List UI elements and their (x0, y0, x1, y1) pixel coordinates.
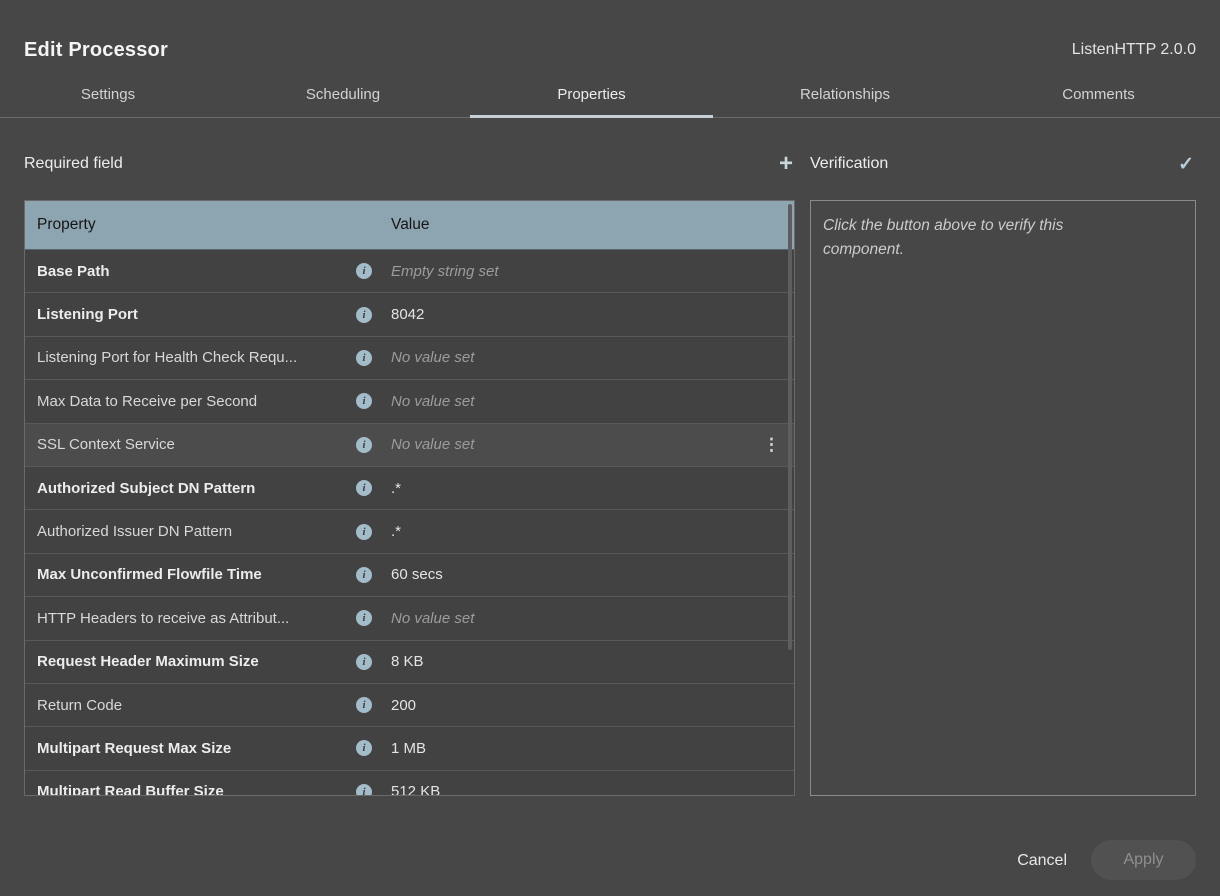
table-row[interactable]: Max Unconfirmed Flowfile Time i 60 secs (25, 554, 794, 597)
property-value: .* (391, 480, 782, 497)
property-value: Empty string set (391, 263, 782, 280)
info-icon[interactable]: i (356, 567, 372, 583)
table-row[interactable]: Request Header Maximum Size i 8 KB (25, 641, 794, 684)
processor-type-version: ListenHTTP 2.0.0 (1072, 41, 1196, 59)
tab-relationships[interactable]: Relationships (713, 72, 977, 117)
tab-bar: Settings Scheduling Properties Relations… (0, 72, 1220, 118)
apply-button[interactable]: Apply (1091, 840, 1196, 880)
dialog-body: Required field + Property Value Base Pat… (0, 118, 1220, 796)
dialog-footer: Cancel Apply (0, 796, 1220, 896)
info-icon[interactable]: i (356, 263, 372, 279)
column-header-property: Property (37, 216, 372, 234)
property-value: No value set (391, 349, 782, 366)
property-value: No value set (391, 393, 782, 410)
property-name: Request Header Maximum Size (37, 653, 353, 670)
table-rows: Base Path i Empty string set Listening P… (25, 250, 794, 796)
table-row[interactable]: Authorized Subject DN Pattern i .* (25, 467, 794, 510)
table-row[interactable]: SSL Context Service i No value set ⋮ (25, 424, 794, 467)
column-header-value: Value (391, 216, 430, 234)
property-value: 200 (391, 697, 782, 714)
property-value: No value set (391, 436, 761, 453)
table-scrollbar[interactable] (788, 204, 792, 650)
table-row[interactable]: Multipart Read Buffer Size i 512 KB (25, 771, 794, 796)
edit-processor-dialog: { "header": { "title": "Edit Processor",… (0, 0, 1220, 896)
info-icon[interactable]: i (356, 784, 372, 796)
property-name: SSL Context Service (37, 436, 353, 453)
tab-properties[interactable]: Properties (470, 72, 713, 117)
verification-results: Click the button above to verify this co… (810, 200, 1196, 796)
property-name: HTTP Headers to receive as Attribut... (37, 610, 353, 627)
checkmark-icon: ✓ (1178, 154, 1194, 175)
properties-panel: Required field + Property Value Base Pat… (24, 118, 795, 796)
info-icon[interactable]: i (356, 697, 372, 713)
verification-label: Verification (810, 155, 888, 173)
table-row[interactable]: Multipart Request Max Size i 1 MB (25, 727, 794, 770)
table-header-row: Property Value (25, 201, 794, 250)
table-row[interactable]: Max Data to Receive per Second i No valu… (25, 380, 794, 423)
property-name: Authorized Subject DN Pattern (37, 480, 353, 497)
tab-settings[interactable]: Settings (0, 72, 216, 117)
more-options-icon[interactable]: ⋮ (761, 436, 782, 453)
table-row[interactable]: HTTP Headers to receive as Attribut... i… (25, 597, 794, 640)
verification-message: Click the button above to verify this co… (823, 214, 1143, 262)
tab-comments[interactable]: Comments (977, 72, 1220, 117)
table-row[interactable]: Authorized Issuer DN Pattern i .* (25, 510, 794, 553)
property-value: No value set (391, 610, 782, 627)
table-row[interactable]: Base Path i Empty string set (25, 250, 794, 293)
info-icon[interactable]: i (356, 393, 372, 409)
verification-panel: Verification ✓ Click the button above to… (810, 118, 1196, 796)
info-icon[interactable]: i (356, 740, 372, 756)
table-row[interactable]: Listening Port i 8042 (25, 293, 794, 336)
table-row[interactable]: Return Code i 200 (25, 684, 794, 727)
property-value: 8042 (391, 306, 782, 323)
dialog-header: Edit Processor ListenHTTP 2.0.0 (0, 0, 1220, 72)
info-icon[interactable]: i (356, 350, 372, 366)
info-icon[interactable]: i (356, 307, 372, 323)
info-icon[interactable]: i (356, 437, 372, 453)
property-name: Base Path (37, 263, 353, 280)
table-row[interactable]: Listening Port for Health Check Requ... … (25, 337, 794, 380)
plus-icon: + (779, 150, 793, 177)
property-name: Multipart Request Max Size (37, 740, 353, 757)
property-name: Multipart Read Buffer Size (37, 783, 353, 796)
property-value: 1 MB (391, 740, 782, 757)
info-icon[interactable]: i (356, 480, 372, 496)
info-icon[interactable]: i (356, 610, 372, 626)
property-name: Return Code (37, 697, 353, 714)
required-field-label: Required field (24, 155, 123, 173)
tab-scheduling[interactable]: Scheduling (216, 72, 470, 117)
property-name: Max Unconfirmed Flowfile Time (37, 566, 353, 583)
page-title: Edit Processor (24, 39, 168, 62)
add-property-button[interactable]: + (777, 152, 795, 176)
property-value: 60 secs (391, 566, 782, 583)
property-name: Authorized Issuer DN Pattern (37, 523, 353, 540)
properties-table: Property Value Base Path i Empty string … (24, 200, 795, 796)
property-name: Listening Port for Health Check Requ... (37, 349, 353, 366)
property-value: .* (391, 523, 782, 540)
info-icon[interactable]: i (356, 524, 372, 540)
property-value: 512 KB (391, 783, 782, 796)
cancel-button[interactable]: Cancel (1017, 842, 1067, 880)
info-icon[interactable]: i (356, 654, 372, 670)
property-name: Listening Port (37, 306, 353, 323)
verify-button[interactable]: ✓ (1176, 155, 1196, 174)
property-value: 8 KB (391, 653, 782, 670)
property-name: Max Data to Receive per Second (37, 393, 353, 410)
